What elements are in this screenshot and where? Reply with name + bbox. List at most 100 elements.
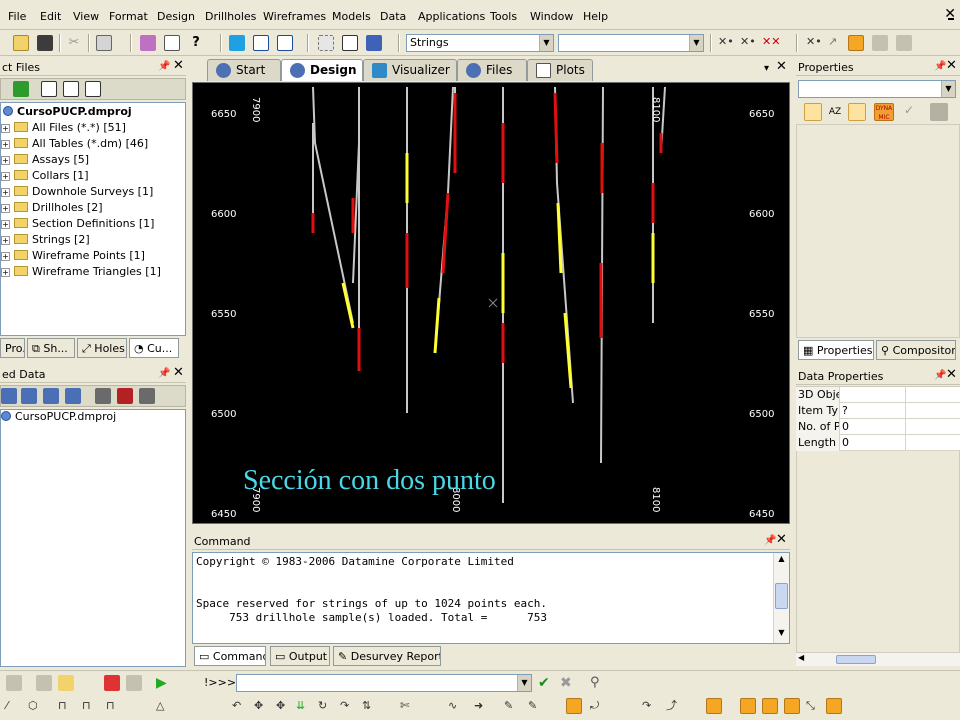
tab-holes[interactable]: ⤢ Holes <box>77 338 127 358</box>
tool-b-icon[interactable] <box>117 388 133 404</box>
grid-icon[interactable] <box>318 35 334 51</box>
play-icon[interactable]: ▶ <box>156 675 172 691</box>
active-edit-icon[interactable] <box>848 35 864 51</box>
expand-icon[interactable]: + <box>1 124 10 133</box>
tree-item[interactable]: + Drillholes [2] <box>1 201 103 217</box>
loaded-root[interactable]: CursoPUCP.dmproj <box>1 410 116 426</box>
select-point-icon[interactable] <box>762 698 778 714</box>
property-row[interactable]: No. of P0 <box>796 419 960 435</box>
project-root[interactable]: CursoPUCP.dmproj <box>3 105 132 121</box>
select-tool-icon[interactable]: ⤡ <box>806 698 822 714</box>
load-icon[interactable] <box>1 388 17 404</box>
expand-icon[interactable]: + <box>1 236 10 245</box>
pin-icon[interactable]: 📌 <box>934 61 946 72</box>
object-type-combo[interactable]: Strings ▼ <box>406 34 554 52</box>
tab-command[interactable]: ▭ Command <box>194 646 266 666</box>
command-input[interactable]: ▼ <box>236 674 532 692</box>
expand-icon[interactable]: + <box>1 140 10 149</box>
property-row[interactable]: Length 0 <box>796 435 960 451</box>
cut-icon[interactable]: ✂ <box>66 35 82 51</box>
execute-icon[interactable]: ✔ <box>538 675 554 691</box>
select-grid-icon[interactable] <box>826 698 842 714</box>
tree-item[interactable]: + All Files (*.*) [51] <box>1 121 126 137</box>
close-icon[interactable]: ✕ <box>946 367 957 382</box>
snap-line-icon[interactable]: ⤴ <box>666 698 682 714</box>
line-tool-icon[interactable]: ⁄ <box>6 698 22 714</box>
menu-format[interactable]: Format <box>109 10 148 23</box>
macro-run-icon[interactable] <box>58 675 74 691</box>
add-point-icon[interactable] <box>872 35 888 51</box>
property-value[interactable]: ? <box>840 403 906 419</box>
edit-line-icon[interactable]: ↗ <box>828 35 844 51</box>
tab-design[interactable]: Design <box>281 59 363 81</box>
section-canvas[interactable] <box>193 83 790 524</box>
tab-compositor[interactable]: ⚲ Compositor <box>876 340 956 360</box>
menu-applications[interactable]: Applications <box>418 10 485 23</box>
chevron-down-icon[interactable]: ▼ <box>517 675 531 691</box>
save-icon[interactable] <box>37 35 53 51</box>
search-icon[interactable]: ⚲ <box>590 675 606 691</box>
command-scrollbar[interactable]: ▲ ▼ <box>773 553 789 643</box>
tab-sheets[interactable]: ⧉ Sh... <box>27 338 75 358</box>
new-file-icon[interactable] <box>41 81 57 97</box>
close-icon[interactable]: ✕ <box>776 532 787 547</box>
tree-item[interactable]: + Collars [1] <box>1 169 89 185</box>
menu-drillholes[interactable]: Drillholes <box>205 10 256 23</box>
select-segment-icon[interactable] <box>784 698 800 714</box>
dynamic-icon[interactable]: DYNA MIC <box>874 103 894 121</box>
move-icon[interactable]: ✥ <box>254 698 270 714</box>
points-filter-icon[interactable]: ✕• <box>740 35 756 51</box>
tab-output[interactable]: ▭ Output <box>270 646 330 666</box>
tree-item[interactable]: + Wireframe Triangles [1] <box>1 265 161 281</box>
design-viewport[interactable]: 6650 6600 6550 6500 6450 6650 6600 6550 … <box>192 82 790 524</box>
snap-point-icon[interactable]: ⤾ <box>590 698 606 714</box>
unload-icon[interactable] <box>21 388 37 404</box>
record-icon[interactable] <box>104 675 120 691</box>
form-icon[interactable] <box>342 35 358 51</box>
expand-icon[interactable]: + <box>1 172 10 181</box>
window-icon[interactable] <box>253 35 269 51</box>
categorized-icon[interactable] <box>804 103 822 121</box>
property-row[interactable]: Item Ty? <box>796 403 960 419</box>
stop-icon[interactable] <box>126 675 142 691</box>
shape-icon[interactable]: △ <box>156 698 172 714</box>
tree-item[interactable]: + All Tables (*.dm) [46] <box>1 137 148 153</box>
expand-icon[interactable]: + <box>1 268 10 277</box>
arrow-icon[interactable]: ➜ <box>474 698 490 714</box>
copy-file-icon[interactable] <box>63 81 79 97</box>
properties-object-combo[interactable]: ▼ <box>798 80 956 98</box>
string-edit-icon[interactable]: ⊓ <box>82 698 98 714</box>
scroll-up-icon[interactable]: ▲ <box>775 554 788 568</box>
scroll-down-icon[interactable]: ▼ <box>775 628 788 642</box>
chevron-down-icon[interactable]: ▼ <box>941 81 955 97</box>
menu-window[interactable]: Window <box>530 10 573 23</box>
expand-icon[interactable]: + <box>1 156 10 165</box>
open-folder-icon[interactable] <box>13 35 29 51</box>
pan-icon[interactable]: ✥ <box>276 698 292 714</box>
menu-edit[interactable]: Edit <box>40 10 61 23</box>
chevron-down-icon[interactable]: ▼ <box>539 35 553 51</box>
tool-icon[interactable] <box>366 35 382 51</box>
string-tool-icon[interactable]: ⊓ <box>58 698 74 714</box>
select-mode-icon[interactable] <box>706 698 722 714</box>
property-pages-icon[interactable] <box>848 103 866 121</box>
filter-combo[interactable]: ▼ <box>558 34 704 52</box>
tree-item[interactable]: + Strings [2] <box>1 233 90 249</box>
menu-wireframes[interactable]: Wireframes <box>263 10 326 23</box>
property-value[interactable]: 0 <box>840 419 906 435</box>
cut-line-icon[interactable]: ✄ <box>400 698 416 714</box>
menu-data[interactable]: Data <box>380 10 406 23</box>
tab-visualizer[interactable]: Visualizer <box>363 59 457 81</box>
snap-mode-icon[interactable] <box>566 698 582 714</box>
pin-icon[interactable]: 📌 <box>158 368 170 379</box>
cancel-icon[interactable]: ✖ <box>560 675 576 691</box>
close-icon[interactable]: ✕ <box>946 58 957 73</box>
undo-icon[interactable]: ↶ <box>232 698 248 714</box>
chevron-down-icon[interactable]: ▼ <box>689 35 703 51</box>
expand-icon[interactable]: + <box>1 204 10 213</box>
refresh-icon[interactable] <box>229 35 245 51</box>
brush-icon[interactable]: ✎ <box>528 698 544 714</box>
tree-item[interactable]: + Assays [5] <box>1 153 89 169</box>
tab-custom[interactable]: ◔ Cu... <box>129 338 179 358</box>
align-icon[interactable]: ⇊ <box>296 698 312 714</box>
